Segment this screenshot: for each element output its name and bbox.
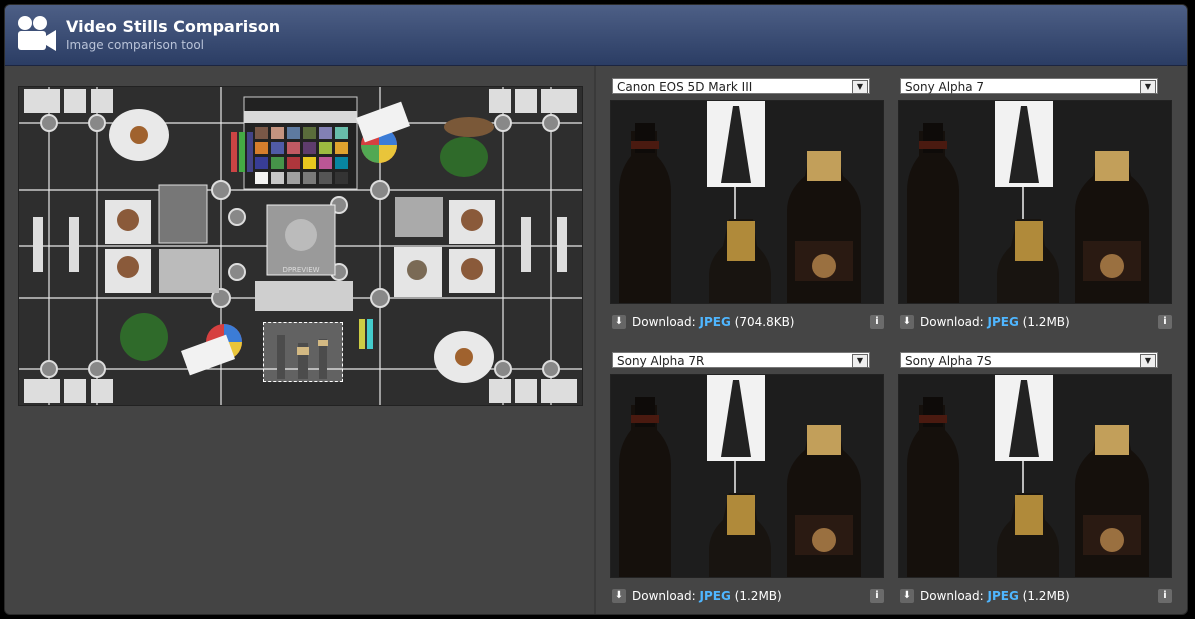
app-subtitle: Image comparison tool: [66, 38, 204, 52]
info-icon[interactable]: i: [1158, 589, 1172, 603]
download-row: ⬇ Download: JPEG (1.2MB) i: [610, 588, 884, 604]
download-icon[interactable]: ⬇: [612, 315, 626, 329]
camera-select[interactable]: Sony Alpha 7S ▼: [900, 352, 1158, 368]
overview-pane: DPREVIEW: [5, 66, 594, 614]
camera-select[interactable]: Sony Alpha 7 ▼: [900, 78, 1158, 94]
crop-image: [898, 374, 1172, 578]
download-label: Download:: [920, 315, 984, 329]
chevron-down-icon[interactable]: ▼: [1140, 80, 1156, 94]
camera-select[interactable]: Sony Alpha 7R ▼: [612, 352, 870, 368]
download-icon[interactable]: ⬇: [900, 315, 914, 329]
download-size: (1.2MB): [734, 589, 782, 603]
camera-select[interactable]: Canon EOS 5D Mark III ▼: [612, 78, 870, 94]
download-label: Download:: [632, 589, 696, 603]
info-icon[interactable]: i: [870, 315, 884, 329]
download-size: (704.8KB): [734, 315, 795, 329]
crop-image: [610, 374, 884, 578]
info-icon[interactable]: i: [1158, 315, 1172, 329]
download-text: Download: JPEG (1.2MB): [632, 588, 782, 604]
download-format-link[interactable]: JPEG: [700, 589, 731, 603]
download-text: Download: JPEG (1.2MB): [920, 314, 1070, 330]
app-window: Video Stills Comparison Image comparison…: [4, 4, 1188, 615]
header: Video Stills Comparison Image comparison…: [5, 5, 1187, 66]
download-row: ⬇ Download: JPEG (704.8KB) i: [610, 314, 884, 330]
camera-select-value: Sony Alpha 7: [905, 80, 985, 94]
download-size: (1.2MB): [1022, 315, 1070, 329]
download-size: (1.2MB): [1022, 589, 1070, 603]
app-title: Video Stills Comparison: [66, 17, 281, 36]
crop-image: [898, 100, 1172, 304]
camera-select-value: Sony Alpha 7R: [617, 354, 705, 368]
download-format-link[interactable]: JPEG: [700, 315, 731, 329]
download-text: Download: JPEG (1.2MB): [920, 588, 1070, 604]
download-row: ⬇ Download: JPEG (1.2MB) i: [898, 314, 1172, 330]
selection-box[interactable]: [263, 322, 343, 382]
crop-image: [610, 100, 884, 304]
download-label: Download:: [632, 315, 696, 329]
chart-label: DPREVIEW: [282, 266, 319, 274]
download-icon[interactable]: ⬇: [900, 589, 914, 603]
chevron-down-icon[interactable]: ▼: [852, 354, 868, 368]
download-format-link[interactable]: JPEG: [988, 315, 1019, 329]
camera-select-value: Sony Alpha 7S: [905, 354, 992, 368]
download-text: Download: JPEG (704.8KB): [632, 314, 795, 330]
chevron-down-icon[interactable]: ▼: [1140, 354, 1156, 368]
pane-divider: [594, 66, 596, 614]
video-camera-icon: [15, 14, 59, 54]
chevron-down-icon[interactable]: ▼: [852, 80, 868, 94]
info-icon[interactable]: i: [870, 589, 884, 603]
camera-select-value: Canon EOS 5D Mark III: [617, 80, 753, 94]
download-row: ⬇ Download: JPEG (1.2MB) i: [898, 588, 1172, 604]
scene-overview-image[interactable]: DPREVIEW: [18, 86, 583, 406]
download-icon[interactable]: ⬇: [612, 589, 626, 603]
download-label: Download:: [920, 589, 984, 603]
download-format-link[interactable]: JPEG: [988, 589, 1019, 603]
